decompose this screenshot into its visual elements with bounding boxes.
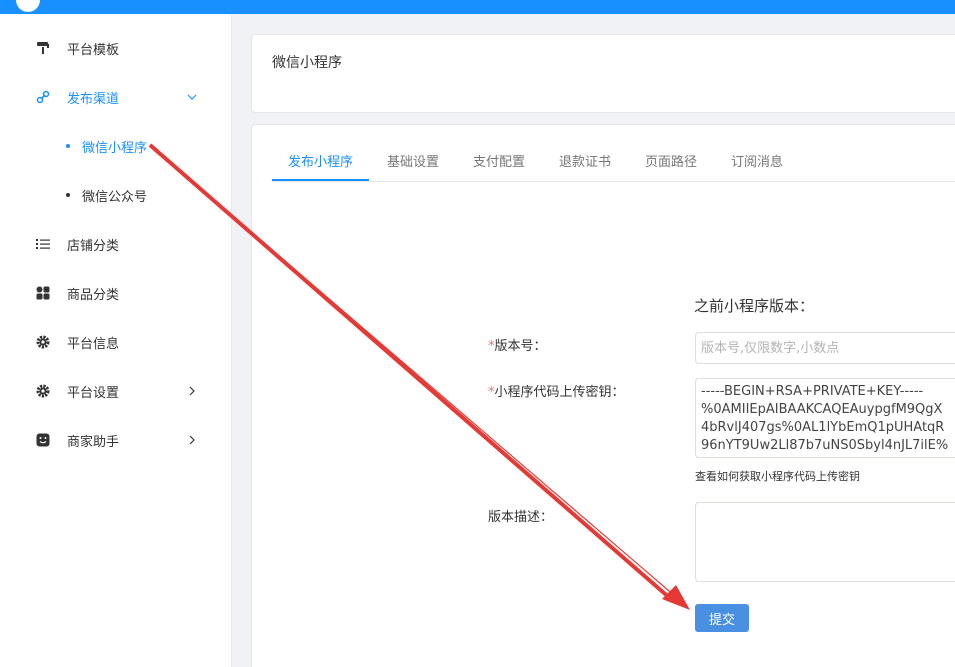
sidebar-item-merchant-assistant[interactable]: 商家助手 xyxy=(0,420,231,460)
gear-icon xyxy=(35,383,51,399)
gear-icon xyxy=(35,334,51,350)
list-icon xyxy=(35,236,51,252)
tab-publish-miniprogram[interactable]: 发布小程序 xyxy=(288,151,353,170)
chevron-right-icon xyxy=(186,434,198,446)
sidebar-subitem-label: 微信小程序 xyxy=(82,140,148,156)
tab-basic-settings[interactable]: 基础设置 xyxy=(387,151,439,170)
active-tab-indicator xyxy=(272,179,369,181)
tab-payment-config[interactable]: 支付配置 xyxy=(473,151,525,170)
tab-bar: 发布小程序 基础设置 支付配置 退款证书 页面路径 订阅消息 xyxy=(272,147,955,182)
bullet-icon xyxy=(66,193,70,197)
submit-button[interactable]: 提交 xyxy=(695,604,749,632)
previous-version-title: 之前小程序版本： xyxy=(694,297,815,315)
key-help-link[interactable]: 查看如何获取小程序代码上传密钥 xyxy=(695,468,860,484)
bullet-icon xyxy=(66,144,70,148)
sidebar-item-platform-info[interactable]: 平台信息 xyxy=(0,322,231,362)
page-title: 微信小程序 xyxy=(272,55,342,71)
grid-icon xyxy=(35,285,51,301)
sidebar-item-label: 平台设置 xyxy=(67,385,120,401)
logo xyxy=(16,0,40,12)
tab-refund-certificate[interactable]: 退款证书 xyxy=(559,151,611,170)
version-description-textarea[interactable] xyxy=(695,502,955,582)
sidebar-item-shop-category[interactable]: 店铺分类 xyxy=(0,224,231,264)
chevron-down-icon xyxy=(186,91,198,103)
sidebar-item-label: 商品分类 xyxy=(67,287,120,303)
smile-icon xyxy=(35,432,51,448)
sidebar-item-label: 发布渠道 xyxy=(67,91,120,107)
sidebar-item-label: 商家助手 xyxy=(67,434,120,450)
sidebar-item-platform-settings[interactable]: 平台设置 xyxy=(0,371,231,411)
top-bar xyxy=(0,0,955,14)
version-description-label: 版本描述： xyxy=(488,510,554,525)
key-line: %0AMIIEpAIBAAKCAQEAuypgfM9QgX xyxy=(701,402,943,417)
sidebar-item-publish-channel[interactable]: 发布渠道 xyxy=(0,77,231,117)
sidebar-item-product-category[interactable]: 商品分类 xyxy=(0,273,231,313)
key-line: -----BEGIN+RSA+PRIVATE+KEY----- xyxy=(701,384,924,399)
sidebar: 平台模板 发布渠道 微信小程序 微信公众号 店铺分类 商品分类 平台信息 平台设… xyxy=(0,14,232,667)
page-header-card: 微信小程序 xyxy=(251,34,955,113)
sidebar-subitem-label: 微信公众号 xyxy=(82,189,148,205)
upload-key-label: *小程序代码上传密钥： xyxy=(488,385,625,400)
tab-subscription-messages[interactable]: 订阅消息 xyxy=(731,151,783,170)
sidebar-item-platform-template[interactable]: 平台模板 xyxy=(0,28,231,68)
key-line: 96nYT9Uw2Ll87b7uNS0Sbyl4nJL7ilE% xyxy=(701,438,949,453)
sidebar-item-label: 平台信息 xyxy=(67,336,120,352)
sidebar-subitem-wechat-official-account[interactable]: 微信公众号 xyxy=(0,177,231,213)
sidebar-subitem-wechat-miniprogram[interactable]: 微信小程序 xyxy=(0,128,231,164)
tab-page-path[interactable]: 页面路径 xyxy=(645,151,697,170)
chevron-right-icon xyxy=(186,385,198,397)
sidebar-item-label: 店铺分类 xyxy=(67,238,120,254)
key-line: 4bRvlJ407gs%0AL1lYbEmQ1pUHAtqR xyxy=(701,420,945,435)
link-icon xyxy=(35,89,51,105)
version-field xyxy=(695,332,955,364)
version-label: *版本号： xyxy=(488,339,547,354)
sidebar-item-label: 平台模板 xyxy=(67,42,120,58)
upload-key-textarea[interactable]: -----BEGIN+RSA+PRIVATE+KEY----- %0AMIIEp… xyxy=(695,378,955,458)
version-input[interactable] xyxy=(696,333,955,363)
paint-roller-icon xyxy=(35,40,51,56)
